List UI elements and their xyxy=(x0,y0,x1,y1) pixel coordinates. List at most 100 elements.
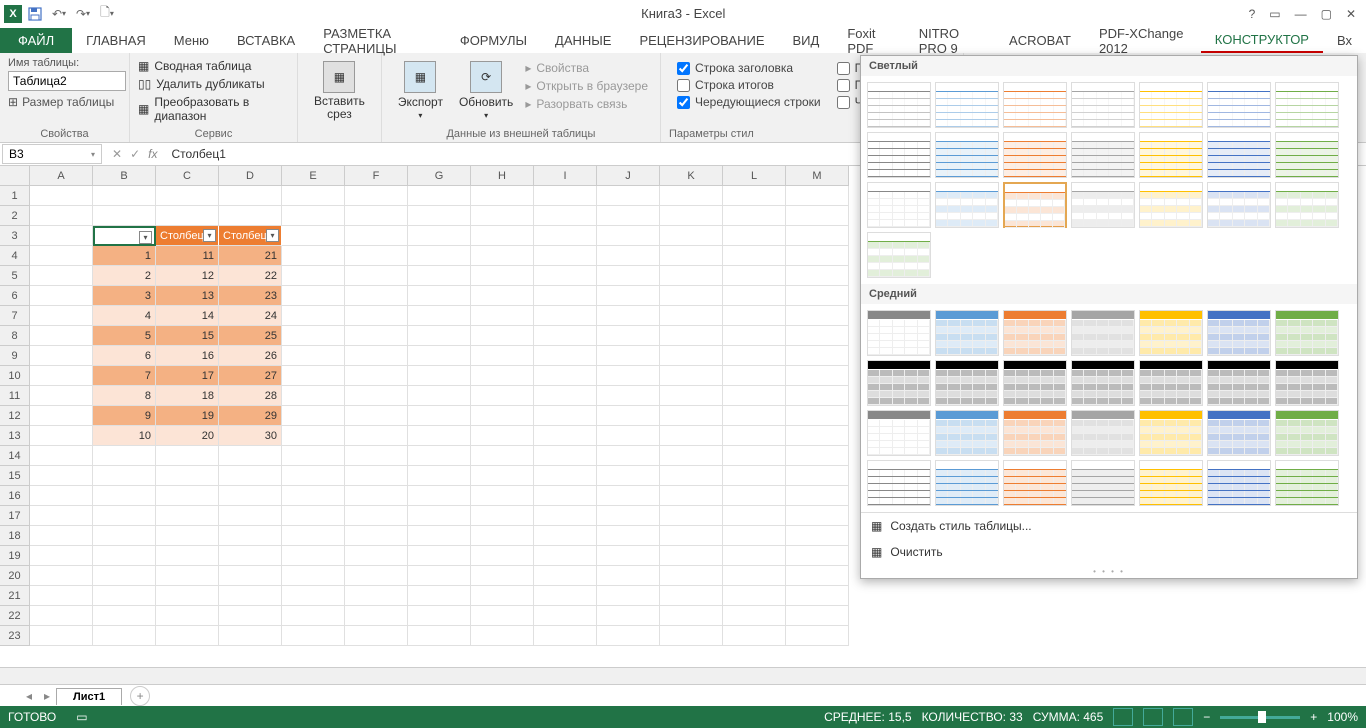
cell[interactable] xyxy=(723,426,786,446)
table-style-thumb[interactable] xyxy=(935,460,999,506)
cell[interactable] xyxy=(30,426,93,446)
cell[interactable] xyxy=(723,386,786,406)
cell[interactable] xyxy=(471,606,534,626)
cell[interactable]: 12 xyxy=(156,266,219,286)
cell[interactable]: 20 xyxy=(156,426,219,446)
rowhead-4[interactable]: 4 xyxy=(0,246,30,266)
cell[interactable] xyxy=(282,266,345,286)
cell[interactable] xyxy=(723,626,786,646)
cell[interactable] xyxy=(30,246,93,266)
cell[interactable] xyxy=(534,206,597,226)
cancel-icon[interactable]: ✕ xyxy=(112,147,122,161)
cell[interactable] xyxy=(471,186,534,206)
table-style-thumb[interactable] xyxy=(1207,132,1271,178)
cell[interactable] xyxy=(282,486,345,506)
cell[interactable] xyxy=(534,226,597,246)
table-style-thumb[interactable] xyxy=(1275,310,1339,356)
cell[interactable] xyxy=(534,406,597,426)
table-style-thumb[interactable] xyxy=(1275,460,1339,506)
rowhead-3[interactable]: 3 xyxy=(0,226,30,246)
rowhead-5[interactable]: 5 xyxy=(0,266,30,286)
cell[interactable] xyxy=(534,606,597,626)
rowhead-21[interactable]: 21 xyxy=(0,586,30,606)
table-style-thumb[interactable] xyxy=(1071,182,1135,228)
rowhead-19[interactable]: 19 xyxy=(0,546,30,566)
horizontal-scrollbar[interactable] xyxy=(0,667,1366,684)
cell[interactable] xyxy=(660,486,723,506)
table-style-thumb[interactable] xyxy=(867,182,931,228)
cell[interactable] xyxy=(534,466,597,486)
tab-file[interactable]: ФАЙЛ xyxy=(0,28,72,53)
table-style-thumb[interactable] xyxy=(1207,82,1271,128)
table-style-thumb[interactable] xyxy=(935,410,999,456)
cell[interactable] xyxy=(786,386,849,406)
table-style-thumb[interactable] xyxy=(935,360,999,406)
cell[interactable] xyxy=(345,486,408,506)
cell[interactable] xyxy=(345,626,408,646)
cell[interactable] xyxy=(30,606,93,626)
rowhead-7[interactable]: 7 xyxy=(0,306,30,326)
cell[interactable] xyxy=(723,406,786,426)
convert-range-button[interactable]: ▦Преобразовать в диапазон xyxy=(138,93,289,125)
sheet-nav-left[interactable]: ◂ xyxy=(20,689,38,703)
cell[interactable] xyxy=(597,466,660,486)
cell[interactable] xyxy=(30,306,93,326)
chevron-down-icon[interactable]: ▾ xyxy=(91,150,95,159)
table-style-thumb[interactable] xyxy=(1071,82,1135,128)
undo-icon[interactable]: ↶▾ xyxy=(48,3,70,25)
cell[interactable] xyxy=(597,306,660,326)
cell[interactable] xyxy=(786,246,849,266)
cell[interactable] xyxy=(408,246,471,266)
rowhead-17[interactable]: 17 xyxy=(0,506,30,526)
clear-style-button[interactable]: ▦Очистить xyxy=(861,539,1357,565)
cell[interactable] xyxy=(282,606,345,626)
filter-dropdown-icon[interactable]: ▾ xyxy=(266,229,279,242)
cell[interactable]: 5 xyxy=(93,326,156,346)
cell[interactable] xyxy=(30,586,93,606)
cell[interactable] xyxy=(597,346,660,366)
colhead-A[interactable]: A xyxy=(30,166,93,186)
cell[interactable] xyxy=(156,606,219,626)
panel-resize-handle[interactable]: • • • • xyxy=(861,565,1357,578)
table-style-thumb[interactable] xyxy=(1139,410,1203,456)
insert-slicer-button[interactable]: ▦ Вставитьсрез xyxy=(306,57,373,125)
cell[interactable] xyxy=(660,226,723,246)
colhead-B[interactable]: B xyxy=(93,166,156,186)
cell[interactable] xyxy=(471,626,534,646)
cell[interactable] xyxy=(660,566,723,586)
cell[interactable] xyxy=(408,326,471,346)
ribbon-toggle-icon[interactable]: ▭ xyxy=(1269,7,1280,21)
cell[interactable] xyxy=(408,526,471,546)
cell[interactable] xyxy=(93,586,156,606)
cell[interactable] xyxy=(597,426,660,446)
cell[interactable] xyxy=(471,306,534,326)
cell[interactable]: 23 xyxy=(219,286,282,306)
cell[interactable] xyxy=(282,346,345,366)
cell[interactable] xyxy=(660,306,723,326)
cell[interactable] xyxy=(345,606,408,626)
tab-menu[interactable]: Меню xyxy=(160,28,223,53)
cell[interactable] xyxy=(219,186,282,206)
rowhead-18[interactable]: 18 xyxy=(0,526,30,546)
cell[interactable] xyxy=(660,506,723,526)
table-style-thumb[interactable] xyxy=(867,232,931,278)
cell[interactable] xyxy=(534,186,597,206)
table-style-thumb[interactable] xyxy=(867,460,931,506)
cell[interactable] xyxy=(30,406,93,426)
cell[interactable] xyxy=(219,466,282,486)
cell[interactable] xyxy=(219,566,282,586)
cell[interactable]: 28 xyxy=(219,386,282,406)
cell[interactable] xyxy=(660,246,723,266)
colhead-C[interactable]: C xyxy=(156,166,219,186)
cell[interactable] xyxy=(282,386,345,406)
tab-pdfx[interactable]: PDF-XChange 2012 xyxy=(1085,28,1201,53)
cell[interactable] xyxy=(723,306,786,326)
cell[interactable]: 27 xyxy=(219,366,282,386)
cell[interactable] xyxy=(282,466,345,486)
cell[interactable] xyxy=(30,486,93,506)
cell[interactable] xyxy=(786,426,849,446)
cell[interactable] xyxy=(723,226,786,246)
tab-data[interactable]: ДАННЫЕ xyxy=(541,28,625,53)
redo-icon[interactable]: ↷▾ xyxy=(72,3,94,25)
cell[interactable] xyxy=(471,566,534,586)
